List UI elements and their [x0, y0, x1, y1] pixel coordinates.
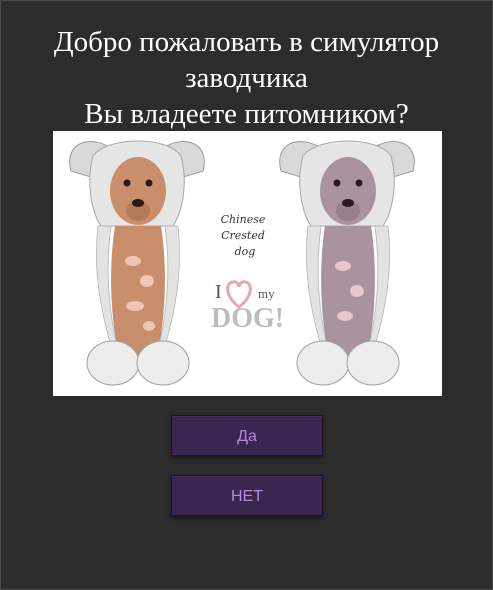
script-line-1: Chinese — [221, 213, 266, 226]
question-line: Вы владеете питомником? — [84, 98, 409, 130]
script-line-3: dog — [235, 245, 256, 258]
welcome-line-1: Добро пожаловать в симулятор — [53, 26, 440, 58]
slogan-dog: DOG! — [211, 303, 284, 334]
yes-button[interactable]: Да — [171, 415, 323, 456]
script-line-2: Crested — [221, 229, 265, 242]
welcome-heading: Добро пожаловать в симулятор заводчика В… — [0, 24, 493, 132]
slogan-i: I — [215, 281, 222, 303]
welcome-line-2: заводчика — [185, 62, 308, 94]
lilac-dog-figure — [279, 140, 415, 386]
slogan-my: my — [258, 286, 275, 301]
chinese-crested-illustration: Chinese Crested dog I my DOG! — [53, 131, 442, 396]
tan-dog-figure — [69, 140, 205, 386]
no-button[interactable]: НЕТ — [171, 475, 323, 516]
